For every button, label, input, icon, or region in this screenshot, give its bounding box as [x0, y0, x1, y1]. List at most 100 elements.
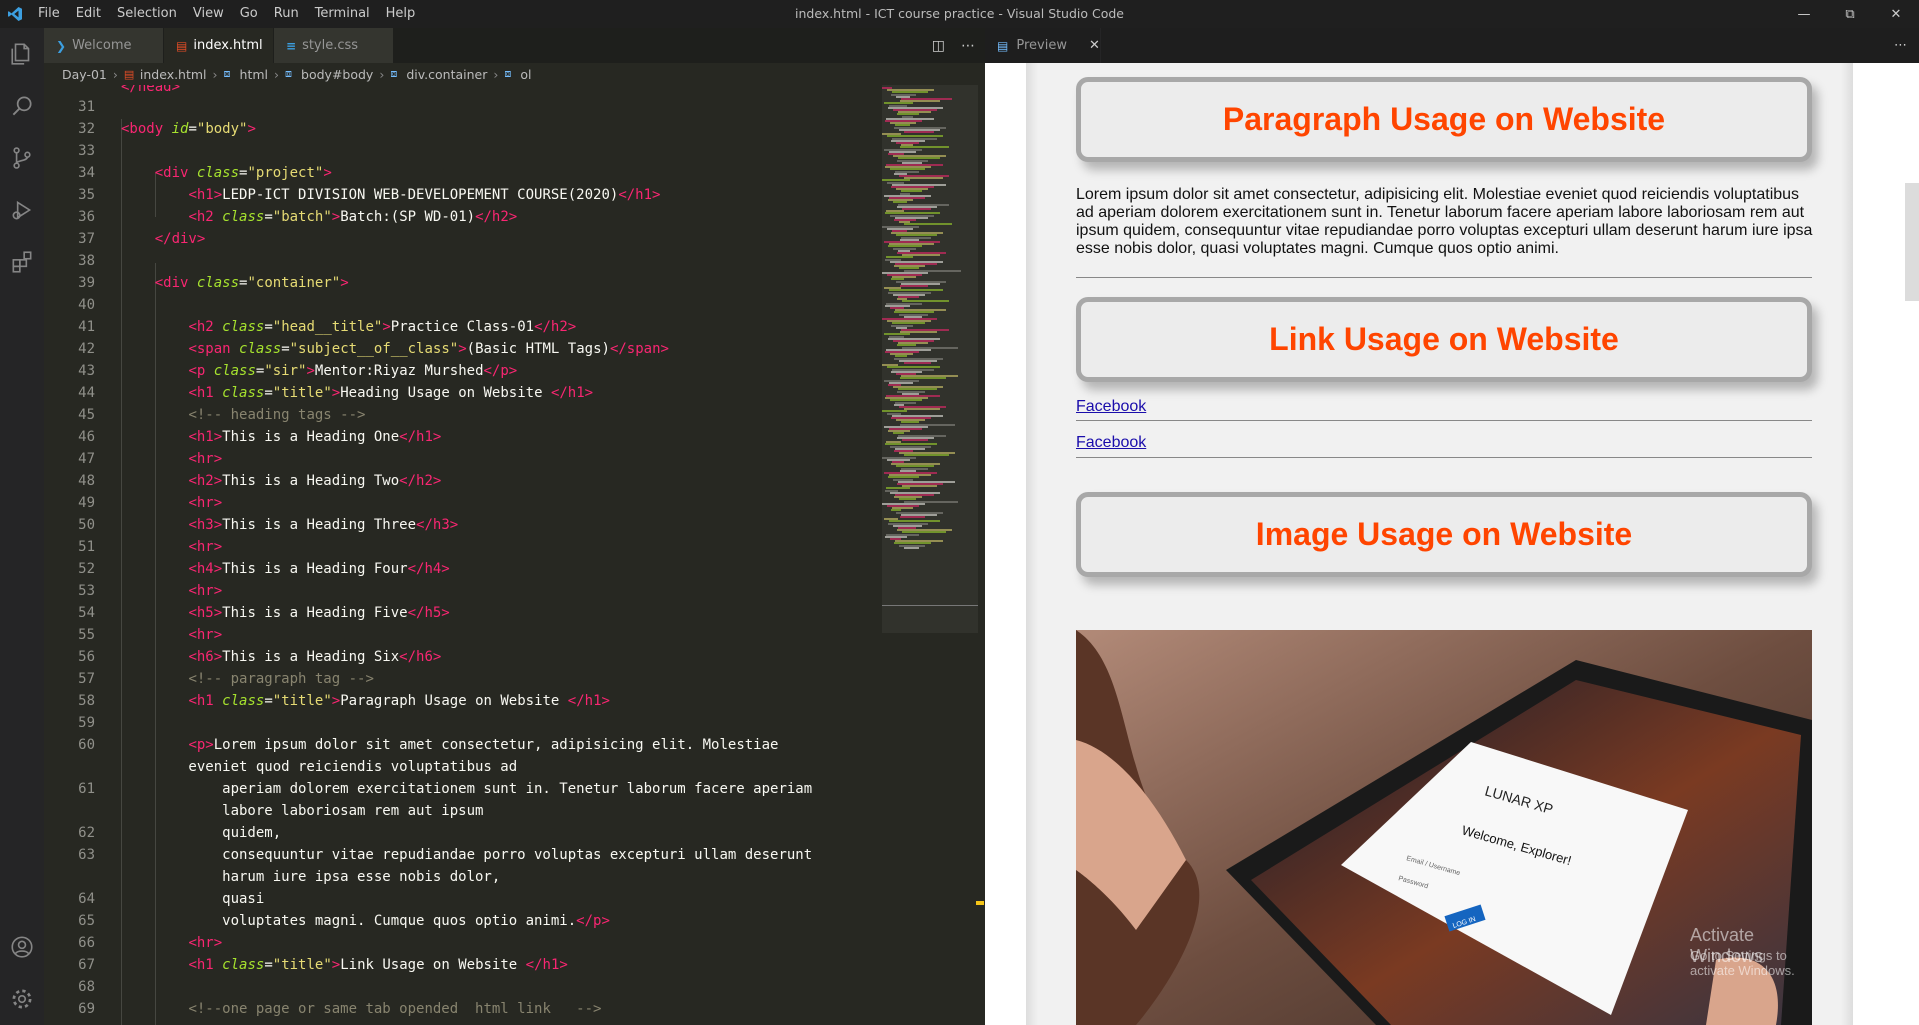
code-line[interactable]: eveniet quod reiciendis voluptatibus ad	[44, 756, 984, 778]
code-line[interactable]: 55 <hr>	[44, 624, 984, 646]
code-line[interactable]: 38	[44, 250, 984, 272]
code-line[interactable]: 32 <body id="body">	[44, 118, 984, 140]
facebook-link[interactable]: Facebook	[1076, 398, 1146, 416]
more-actions-icon[interactable]: ⋯	[961, 38, 975, 54]
code-line[interactable]: 46 <h1>This is a Heading One</h1>	[44, 426, 984, 448]
breadcrumb-html[interactable]: html	[240, 67, 268, 82]
code-line[interactable]: 43 <p class="sir">Mentor:Riyaz Murshed</…	[44, 360, 984, 382]
menu-go[interactable]: Go	[232, 0, 266, 28]
code-line[interactable]: 41 <h2 class="head__title">Practice Clas…	[44, 316, 984, 338]
code-line[interactable]: 42 <span class="subject__of__class">(Bas…	[44, 338, 984, 360]
code-line[interactable]: 66 <hr>	[44, 932, 984, 954]
code-text: aperiam dolorem exercitationem sunt in. …	[121, 781, 813, 797]
code-line[interactable]: labore laboriosam rem aut ipsum	[44, 800, 984, 822]
code-line[interactable]: 69 <!--one page or same tab opended html…	[44, 998, 984, 1020]
code-line[interactable]: 60 <p>Lorem ipsum dolor sit amet consect…	[44, 734, 984, 756]
tab-welcome[interactable]: ❯ Welcome	[44, 28, 164, 63]
facebook-link[interactable]: Facebook	[1076, 434, 1146, 452]
code-text: <div class="project">	[154, 165, 332, 181]
code-line[interactable]: 63 consequuntur vitae repudiandae porro …	[44, 844, 984, 866]
code-line[interactable]: 31	[44, 96, 984, 118]
code-line[interactable]: 49 <hr>	[44, 492, 984, 514]
menu-view[interactable]: View	[185, 0, 232, 28]
code-line[interactable]: 62 quidem,	[44, 822, 984, 844]
close-icon[interactable]: ✕	[1089, 38, 1100, 53]
code-line[interactable]: 57 <!-- paragraph tag -->	[44, 668, 984, 690]
line-number: 42	[78, 341, 95, 357]
minimap[interactable]	[882, 85, 978, 1025]
close-window-icon[interactable]: ✕	[1873, 0, 1919, 28]
code-line[interactable]: 67 <h1 class="title">Link Usage on Websi…	[44, 954, 984, 976]
code-line[interactable]: 64 quasi	[44, 888, 984, 910]
breadcrumb-container[interactable]: div.container	[406, 67, 487, 82]
scrollbar-thumb[interactable]	[1905, 183, 1919, 301]
code-line[interactable]: 65 voluptates magni. Cumque quos optio a…	[44, 910, 984, 932]
preview-tabs: ▤ Preview ✕ ⋯	[985, 28, 1919, 63]
explorer-icon[interactable]	[0, 28, 44, 80]
breadcrumb-ol[interactable]: ol	[520, 67, 531, 82]
account-icon[interactable]	[0, 921, 44, 973]
extensions-icon[interactable]	[0, 236, 44, 288]
code-line[interactable]: 54 <h5>This is a Heading Five</h5>	[44, 602, 984, 624]
run-debug-icon[interactable]	[0, 184, 44, 236]
source-control-icon[interactable]	[0, 132, 44, 184]
more-actions-icon[interactable]: ⋯	[1894, 28, 1907, 63]
menu-file[interactable]: File	[30, 0, 68, 28]
menu-selection[interactable]: Selection	[109, 0, 185, 28]
code-line[interactable]: 45 <!-- heading tags -->	[44, 404, 984, 426]
code-text: <h2 class="batch">Batch:(SP WD-01)</h2>	[188, 209, 518, 225]
code-line[interactable]: 52 <h4>This is a Heading Four</h4>	[44, 558, 984, 580]
menu-help[interactable]: Help	[378, 0, 424, 28]
menu-edit[interactable]: Edit	[68, 0, 109, 28]
search-icon[interactable]	[0, 80, 44, 132]
menu-terminal[interactable]: Terminal	[307, 0, 378, 28]
restore-icon[interactable]: ⧉	[1827, 0, 1873, 28]
code-line[interactable]: 33	[44, 140, 984, 162]
tab-style-css[interactable]: ≡ style.css	[274, 28, 394, 63]
code-line[interactable]: harum iure ipsa esse nobis dolor,	[44, 866, 984, 888]
code-line[interactable]: 58 <h1 class="title">Paragraph Usage on …	[44, 690, 984, 712]
code-line[interactable]: 37 </div>	[44, 228, 984, 250]
code-line[interactable]: 59	[44, 712, 984, 734]
split-editor-icon[interactable]: ◫	[932, 38, 945, 54]
code-line[interactable]: 40	[44, 294, 984, 316]
line-number: 31	[78, 99, 95, 115]
code-line[interactable]: 51 <hr>	[44, 536, 984, 558]
code-line[interactable]: 34 <div class="project">	[44, 162, 984, 184]
code-line[interactable]: 68	[44, 976, 984, 998]
menu-run[interactable]: Run	[266, 0, 307, 28]
code-line[interactable]: 56 <h6>This is a Heading Six</h6>	[44, 646, 984, 668]
code-line[interactable]: 50 <h3>This is a Heading Three</h3>	[44, 514, 984, 536]
window-controls: — ⧉ ✕	[1781, 0, 1919, 28]
code-text: <p class="sir">Mentor:Riyaz Murshed</p>	[188, 363, 518, 379]
tab-preview[interactable]: ▤ Preview ✕	[985, 28, 1101, 63]
code-line[interactable]: 36 <h2 class="batch">Batch:(SP WD-01)</h…	[44, 206, 984, 228]
code-line[interactable]: 48 <h2>This is a Heading Two</h2>	[44, 470, 984, 492]
settings-gear-icon[interactable]	[0, 973, 44, 1025]
line-number: 49	[78, 495, 95, 511]
image-title: Image Usage on Website	[1076, 492, 1812, 577]
code-text: <hr>	[188, 583, 223, 599]
minimize-icon[interactable]: —	[1781, 0, 1827, 28]
breadcrumb-folder[interactable]: Day-01	[62, 67, 107, 82]
code-text: <h6>This is a Heading Six</h6>	[188, 649, 442, 665]
breadcrumb-body[interactable]: body#body	[301, 67, 373, 82]
code-line[interactable]: 61 aperiam dolorem exercitationem sunt i…	[44, 778, 984, 800]
line-number: 55	[78, 627, 95, 643]
chevron-right-icon: ›	[212, 66, 218, 82]
code-text: <h5>This is a Heading Five</h5>	[188, 605, 450, 621]
code-line[interactable]: 39 <div class="container">	[44, 272, 984, 294]
code-line[interactable]: 47 <hr>	[44, 448, 984, 470]
preview-scrollbar[interactable]	[1905, 63, 1919, 1025]
code-text: <!-- paragraph tag -->	[188, 671, 374, 687]
minimap-line	[904, 131, 934, 133]
code-line[interactable]: 44 <h1 class="title">Heading Usage on We…	[44, 382, 984, 404]
line-number: 44	[78, 385, 95, 401]
code-editor[interactable]: </head> 31 32 <body id="body"> 33 34 <div cla…	[44, 85, 985, 1025]
tab-index-html[interactable]: ▤ index.html ✕	[164, 28, 290, 63]
breadcrumb: Day-01 › ▤ index.html › ⧈ html › ⧈ body#…	[44, 63, 985, 85]
code-line[interactable]: 35 <h1>LEDP-ICT DIVISION WEB-DEVELOPEMEN…	[44, 184, 984, 206]
breadcrumb-file[interactable]: index.html	[140, 67, 207, 82]
code-text: <h3>This is a Heading Three</h3>	[188, 517, 459, 533]
code-line[interactable]: 53 <hr>	[44, 580, 984, 602]
